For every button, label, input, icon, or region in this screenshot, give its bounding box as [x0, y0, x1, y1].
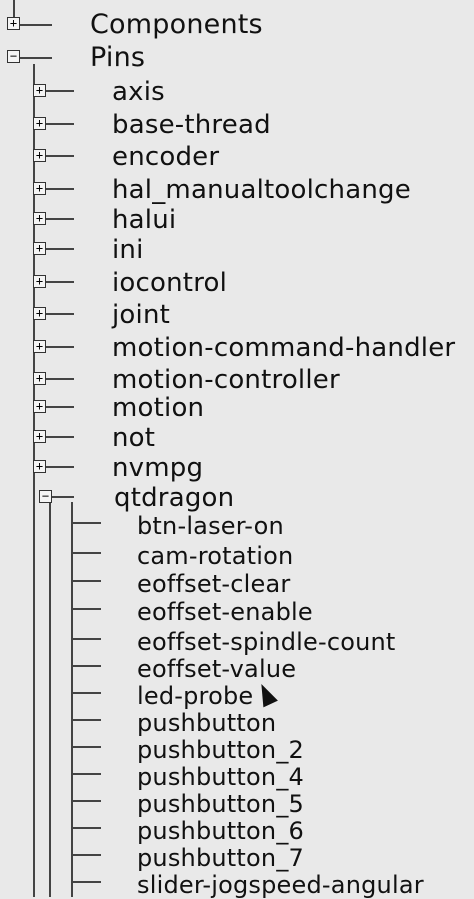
tree-guide: [73, 881, 101, 883]
pin-item[interactable]: btn-laser-on: [137, 512, 284, 540]
expand-icon[interactable]: +: [33, 307, 46, 320]
pin-item[interactable]: pushbutton: [137, 709, 276, 737]
expand-icon[interactable]: +: [33, 149, 46, 162]
pin-item[interactable]: eoffset-enable: [137, 598, 313, 626]
tree-guide: [73, 746, 101, 748]
tree-node-base-thread[interactable]: base-thread: [112, 110, 271, 140]
pin-item[interactable]: pushbutton_6: [137, 817, 304, 845]
expand-icon[interactable]: +: [33, 430, 46, 443]
expand-icon[interactable]: +: [7, 17, 20, 30]
tree-guide: [73, 692, 101, 694]
pin-item[interactable]: eoffset-spindle-count: [137, 628, 396, 656]
collapse-icon[interactable]: −: [39, 490, 52, 503]
tree-guide: [46, 406, 74, 408]
hal-pin-tree: + Components − Pins + axis + base-thread…: [0, 0, 474, 899]
tree-guide: [73, 854, 101, 856]
pin-item[interactable]: slider-jogspeed-angular: [137, 871, 424, 899]
tree-guide: [46, 466, 74, 468]
tree-guide: [20, 24, 52, 26]
tree-guide: [46, 346, 74, 348]
tree-guide: [46, 378, 74, 380]
expand-icon[interactable]: +: [33, 212, 46, 225]
tree-guide: [46, 218, 74, 220]
tree-guide: [46, 123, 74, 125]
expand-icon[interactable]: +: [33, 340, 46, 353]
expand-icon[interactable]: +: [33, 117, 46, 130]
pin-item[interactable]: led-probe: [137, 682, 253, 710]
tree-guide: [49, 502, 51, 897]
tree-node-motion[interactable]: motion: [112, 393, 204, 423]
tree-guide: [73, 719, 101, 721]
tree-node-motion-controller[interactable]: motion-controller: [112, 365, 340, 395]
pin-item[interactable]: pushbutton_2: [137, 736, 304, 764]
tree-node-nvmpg[interactable]: nvmpg: [112, 453, 203, 483]
tree-node-not[interactable]: not: [112, 423, 155, 453]
tree-guide: [73, 580, 101, 582]
tree-guide: [46, 90, 74, 92]
tree-guide: [46, 281, 74, 283]
pin-item[interactable]: pushbutton_4: [137, 763, 304, 791]
expand-icon[interactable]: +: [33, 400, 46, 413]
expand-icon[interactable]: +: [33, 182, 46, 195]
mouse-pointer-icon: [254, 680, 278, 708]
tree-guide: [46, 188, 74, 190]
pin-item[interactable]: eoffset-value: [137, 655, 296, 683]
tree-guide: [46, 436, 74, 438]
expand-icon[interactable]: +: [33, 275, 46, 288]
tree-guide: [73, 773, 101, 775]
collapse-icon[interactable]: −: [7, 50, 20, 63]
tree-node-encoder[interactable]: encoder: [112, 142, 219, 172]
tree-node-ini[interactable]: ini: [112, 235, 144, 265]
tree-node-joint[interactable]: joint: [112, 300, 170, 330]
tree-guide: [46, 248, 74, 250]
tree-node-iocontrol[interactable]: iocontrol: [112, 268, 227, 298]
tree-guide: [73, 800, 101, 802]
tree-guide: [73, 638, 101, 640]
tree-guide: [52, 496, 74, 498]
expand-icon[interactable]: +: [33, 460, 46, 473]
pin-item[interactable]: eoffset-clear: [137, 570, 291, 598]
pin-item[interactable]: pushbutton_7: [137, 844, 304, 872]
tree-guide: [20, 57, 52, 59]
tree-node-hal-manualtoolchange[interactable]: hal_manualtoolchange: [112, 175, 411, 205]
tree-guide: [73, 522, 101, 524]
tree-guide: [73, 608, 101, 610]
tree-node-qtdragon[interactable]: qtdragon: [114, 483, 234, 513]
tree-guide: [46, 313, 74, 315]
pin-item[interactable]: pushbutton_5: [137, 790, 304, 818]
pin-item[interactable]: cam-rotation: [137, 542, 293, 570]
tree-node-axis[interactable]: axis: [112, 77, 165, 107]
tree-node-components[interactable]: Components: [90, 9, 263, 40]
expand-icon[interactable]: +: [33, 84, 46, 97]
expand-icon[interactable]: +: [33, 372, 46, 385]
tree-node-halui[interactable]: halui: [112, 205, 176, 235]
tree-guide: [46, 155, 74, 157]
tree-guide: [73, 552, 101, 554]
tree-guide: [71, 502, 73, 897]
tree-guide: [73, 665, 101, 667]
tree-node-pins[interactable]: Pins: [90, 42, 145, 73]
tree-node-motion-command-handler[interactable]: motion-command-handler: [112, 333, 455, 363]
tree-guide: [73, 827, 101, 829]
expand-icon[interactable]: +: [33, 242, 46, 255]
